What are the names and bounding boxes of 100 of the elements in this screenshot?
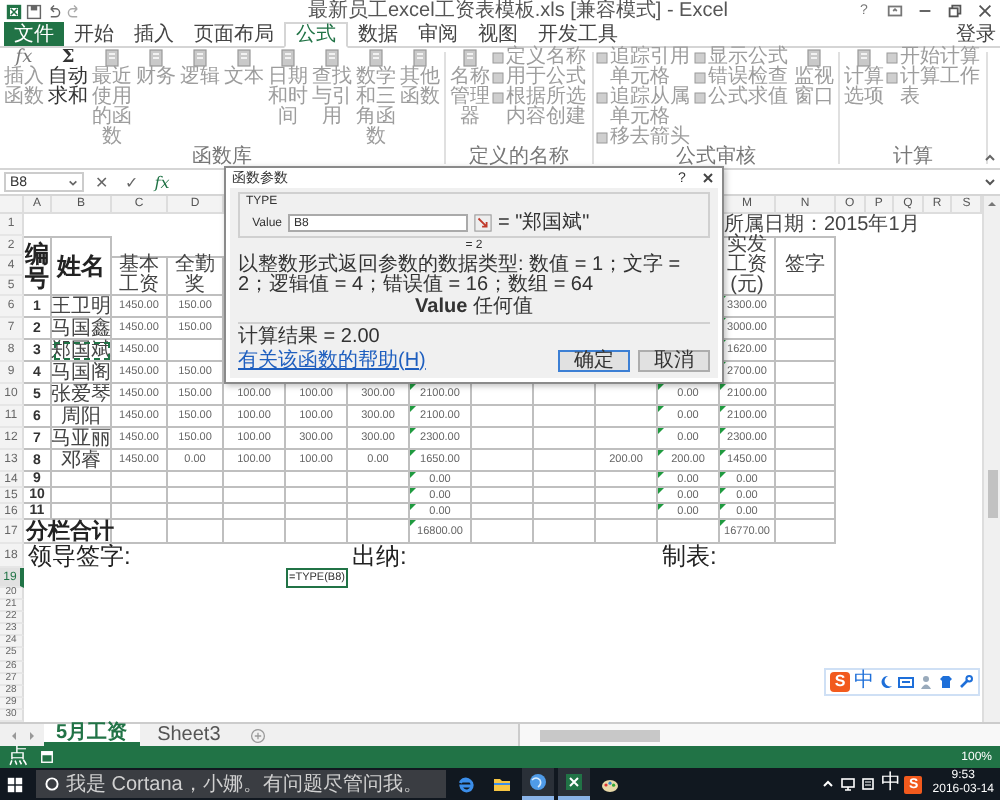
circle-icon bbox=[44, 776, 60, 792]
enter-button[interactable]: ✓ bbox=[120, 173, 144, 191]
table-cell bbox=[224, 520, 286, 544]
table-cell bbox=[776, 340, 836, 362]
spreadsheet-icon[interactable] bbox=[6, 3, 22, 19]
signature-label: 领导签字: bbox=[26, 544, 133, 568]
table-cell bbox=[776, 450, 836, 472]
ime-mode[interactable]: 中 bbox=[854, 672, 874, 692]
table-cell bbox=[534, 520, 596, 544]
column-heading: 签字 bbox=[776, 236, 836, 296]
table-cell: 马国阁 bbox=[52, 362, 112, 384]
table-cell bbox=[596, 428, 658, 450]
group-label: 公式审核 bbox=[674, 148, 758, 168]
table-cell bbox=[658, 520, 720, 544]
horizontal-scrollbar[interactable] bbox=[518, 724, 1000, 746]
spreadsheet-icon bbox=[564, 772, 584, 792]
scroll-up-icon[interactable] bbox=[986, 198, 998, 210]
table-cell: 马亚丽 bbox=[52, 428, 112, 450]
ime-indicator[interactable]: 中 bbox=[880, 774, 901, 794]
table-cell bbox=[472, 428, 534, 450]
notification-icon[interactable] bbox=[860, 776, 877, 792]
network-icon[interactable] bbox=[840, 776, 857, 792]
table-cell bbox=[776, 296, 836, 318]
save-icon[interactable] bbox=[26, 3, 42, 19]
table-cell: 王卫明 bbox=[52, 296, 112, 318]
group-label: 计算 bbox=[891, 148, 935, 168]
sheet-tab[interactable]: Sheet3 bbox=[145, 724, 233, 746]
ribbon-button[interactable]: Σ 自动求和 bbox=[46, 48, 90, 108]
table-cell: 周阳 bbox=[52, 406, 112, 428]
restore-icon[interactable] bbox=[946, 2, 964, 20]
column-heading: 姓名 bbox=[52, 236, 112, 296]
sheet-tab[interactable]: 5月工资 bbox=[44, 724, 140, 746]
chevron-up-icon[interactable] bbox=[820, 776, 837, 792]
ribbon-tab[interactable]: 插入 bbox=[124, 22, 184, 46]
table-cell bbox=[776, 384, 836, 406]
wrench-icon[interactable] bbox=[958, 674, 974, 690]
table-cell bbox=[348, 520, 410, 544]
table-cell bbox=[596, 520, 658, 544]
table-cell: 邓睿 bbox=[52, 450, 112, 472]
group-label: 函数库 bbox=[190, 148, 254, 168]
ribbon-tab[interactable]: 开始 bbox=[64, 22, 124, 46]
formula-icon: fx bbox=[15, 48, 33, 68]
paint-icon bbox=[600, 774, 620, 794]
ribbon-tab[interactable]: 审阅 bbox=[408, 22, 468, 46]
ime-logo[interactable]: S bbox=[830, 672, 850, 692]
cancel-button[interactable]: ✕ bbox=[90, 173, 114, 191]
ribbon-display-icon[interactable] bbox=[886, 2, 904, 20]
signature-label: 制表: bbox=[660, 544, 719, 568]
table-cell bbox=[534, 406, 596, 428]
date-label: 所属日期：2015年1月 bbox=[722, 214, 922, 236]
group-label: 定义的名称 bbox=[467, 148, 571, 168]
status-mode: 点 bbox=[8, 746, 28, 768]
column-heading: 编号 bbox=[24, 236, 52, 296]
collapse-ribbon-icon[interactable] bbox=[984, 152, 996, 164]
formula-icon: Σ bbox=[61, 48, 75, 68]
taskbar-button[interactable] bbox=[522, 768, 554, 800]
ribbon-tab[interactable]: 公式 bbox=[284, 22, 348, 48]
search-field[interactable]: 我是 Cortana，小娜。有问题尽管问我。 bbox=[36, 770, 446, 798]
windows-icon[interactable] bbox=[6, 775, 24, 793]
column-heading: 基本工资 bbox=[112, 256, 168, 296]
ribbon-tab[interactable]: 视图 bbox=[468, 22, 528, 46]
table-cell bbox=[776, 428, 836, 450]
scroll-thumb[interactable] bbox=[987, 470, 997, 518]
table-cell bbox=[472, 520, 534, 544]
ribbon-tab[interactable]: 页面布局 bbox=[184, 22, 284, 46]
close-icon[interactable] bbox=[700, 170, 716, 186]
sign-in-link[interactable]: 登录 bbox=[956, 22, 996, 46]
help-link[interactable]: 有关该函数的帮助(H) bbox=[238, 351, 426, 371]
table-cell bbox=[776, 520, 836, 544]
table-cell: 分栏合计 bbox=[24, 520, 112, 544]
vertical-scrollbar[interactable] bbox=[982, 196, 1000, 722]
table-cell bbox=[168, 520, 224, 544]
table-cell: 马国鑫 bbox=[52, 318, 112, 340]
argument-result: = "郑国斌" bbox=[498, 213, 590, 233]
insert-function-button[interactable]: fx bbox=[150, 173, 174, 191]
table-cell bbox=[534, 450, 596, 472]
ribbon-tab[interactable]: 开发工具 bbox=[528, 22, 628, 46]
taskbar-button[interactable] bbox=[558, 768, 590, 800]
caret-icon bbox=[68, 177, 78, 187]
keyboard-icon[interactable] bbox=[898, 674, 914, 690]
close-icon[interactable] bbox=[976, 2, 994, 20]
signature-label: 出纳: bbox=[350, 544, 409, 568]
range-picker-icon[interactable] bbox=[474, 214, 492, 232]
browser-icon bbox=[456, 774, 476, 794]
moon-icon[interactable] bbox=[878, 674, 894, 690]
table-cell bbox=[776, 318, 836, 340]
macro-record-icon[interactable] bbox=[40, 750, 54, 764]
ribbon-tab[interactable]: 数据 bbox=[348, 22, 408, 46]
table-cell bbox=[112, 520, 168, 544]
globe-icon bbox=[528, 772, 548, 792]
undo-icon[interactable] bbox=[46, 3, 62, 19]
shirt-icon[interactable] bbox=[938, 674, 954, 690]
dialog-button[interactable]: 确定 bbox=[558, 350, 630, 372]
expand-icon[interactable] bbox=[984, 176, 996, 188]
table-cell bbox=[472, 450, 534, 472]
dialog-button[interactable]: 取消 bbox=[638, 350, 710, 372]
table-cell bbox=[472, 406, 534, 428]
function-description: 以整数形式返回参数的数据类型: 数值 = 1；文字 = 2；逻辑值 = 4；错误值 = 16；数组 = 64 bbox=[238, 256, 683, 296]
table-cell bbox=[776, 362, 836, 384]
ribbon-tab[interactable]: 文件 bbox=[4, 22, 64, 46]
